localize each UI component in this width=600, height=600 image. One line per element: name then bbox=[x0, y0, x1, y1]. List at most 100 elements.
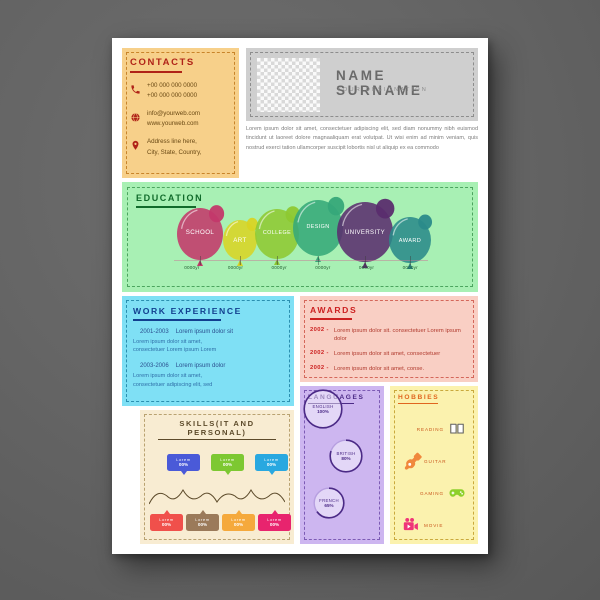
education-balloon-label: UNIVERSITY bbox=[345, 230, 385, 236]
address-lines: Address line here, City, State, Country, bbox=[147, 138, 202, 156]
award-entry: 2002 - Lorem ipsum dolor sit amet, conse… bbox=[310, 365, 468, 374]
name-header-section: NAME SURNAME YOUR DESIGNATION bbox=[246, 48, 478, 121]
hobby-label: MOVIE bbox=[424, 522, 444, 528]
skill-tag-bottom: Lorem 00% bbox=[150, 510, 183, 532]
hobby-gaming: GAMING bbox=[398, 477, 470, 509]
skill-value: 00% bbox=[233, 522, 244, 528]
hobbies-section: HOBBIES READING GUITAR GAMING MOVIE bbox=[390, 386, 478, 544]
award-entry: 2002 - Lorem ipsum dolor sit amet, conse… bbox=[310, 350, 468, 359]
gamepad-icon bbox=[444, 481, 470, 505]
education-balloon: DESIGN bbox=[293, 196, 345, 262]
contact-row-address: Address line here, City, State, Country, bbox=[130, 137, 231, 157]
guitar-icon bbox=[398, 449, 424, 473]
skill-value: 00% bbox=[222, 462, 233, 468]
award-text: Lorem ipsum dolor sit amet, conse. bbox=[333, 366, 425, 373]
skill-value: 00% bbox=[178, 462, 189, 468]
timeline-tick bbox=[365, 256, 366, 265]
heading-rule bbox=[310, 318, 352, 320]
skill-tag-top: Lorem 00% bbox=[255, 454, 288, 476]
heading-rule bbox=[130, 71, 182, 73]
hobby-reading: READING bbox=[398, 413, 470, 445]
work-title: Lorem ipsum dolor sit bbox=[175, 328, 234, 335]
language-value: 65% bbox=[324, 503, 334, 508]
heading-rule bbox=[398, 403, 438, 405]
about-section: Lorem ipsum dolor sit amet, consectetuer… bbox=[246, 125, 478, 162]
education-year: 0000yr bbox=[358, 265, 375, 270]
movie-camera-icon bbox=[398, 513, 424, 537]
award-year: 2002 - bbox=[310, 326, 329, 333]
timeline-tick bbox=[318, 256, 319, 265]
awards-heading: AWARDS bbox=[310, 305, 358, 315]
skill-value: 00% bbox=[269, 522, 280, 528]
contact-row-web: info@yourweb.com www.yourweb.com bbox=[130, 109, 231, 129]
skills-section: SKILLS(IT AND PERSONAL) Lorem 00% Lorem 00%… bbox=[140, 410, 294, 544]
skill-tag-top: Lorem 00% bbox=[167, 454, 200, 476]
education-balloon-label: COLLEGE bbox=[263, 230, 291, 236]
heading-rule bbox=[136, 206, 196, 208]
work-description: Lorem ipsum dolor sit amet, consectetuer … bbox=[133, 338, 217, 354]
hobbies-heading: HOBBIES bbox=[398, 394, 440, 401]
education-heading: EDUCATION bbox=[136, 193, 204, 203]
skill-value: 00% bbox=[197, 522, 208, 528]
web-lines: info@yourweb.com www.yourweb.com bbox=[147, 109, 201, 128]
globe-icon bbox=[130, 110, 141, 128]
language-ring: ENGLISH 100% bbox=[302, 388, 344, 430]
timeline-tick bbox=[240, 256, 241, 265]
skills-connector-line bbox=[149, 489, 285, 505]
page-title: NAME SURNAME bbox=[336, 68, 423, 98]
education-year: 0000yr bbox=[271, 265, 287, 270]
language-value: 100% bbox=[317, 409, 329, 414]
work-experience-section: WORK EXPERIENCE 2001-2003 Lorem ipsum dol… bbox=[122, 296, 294, 406]
designation-text: YOUR DESIGNATION bbox=[337, 87, 429, 93]
work-period: 2001-2003 Lorem ipsum dolor sit bbox=[140, 328, 234, 335]
skills-heading: SKILLS(IT AND PERSONAL) bbox=[179, 419, 255, 437]
education-year: 0000yr bbox=[315, 265, 331, 270]
award-year: 2002 - bbox=[310, 350, 329, 357]
skill-value: 00% bbox=[266, 462, 277, 468]
skill-tag-bottom: Lorem 00% bbox=[186, 510, 219, 532]
education-balloon-label: ART bbox=[233, 237, 246, 244]
work-entry: 2001-2003 Lorem ipsum dolor sit Lorem ips… bbox=[133, 329, 283, 356]
education-year-labels: 0000yr 0000yr 0000yr 0000yr 0000yr 0000y… bbox=[170, 265, 432, 270]
award-text: Lorem ipsum dolor sit amet, consectetuer bbox=[333, 351, 441, 358]
education-balloon-label: AWARD bbox=[399, 238, 421, 244]
language-ring: FRENCH 65% bbox=[312, 486, 346, 520]
language-ring: BRITISH 80% bbox=[328, 438, 364, 474]
award-text: Lorem ipsum dolor sit. consectetuer Lore… bbox=[333, 327, 461, 343]
education-section: EDUCATION SCHOOL ART COLLEGE DESIGN UNIVERSI… bbox=[122, 182, 478, 292]
page-background: CONTACTS +00 000 000 0000 +00 000 000 00… bbox=[0, 0, 600, 600]
work-entry: 2003-2006 Lorem ipsum dolor Lorem ipsum d… bbox=[133, 363, 283, 390]
work-description: Lorem ipsum dolor sit amet, consectetuer … bbox=[133, 373, 213, 389]
language-value: 80% bbox=[341, 456, 351, 461]
timeline-tick bbox=[277, 256, 278, 265]
phone-numbers: +00 000 000 0000 +00 000 000 0000 bbox=[147, 81, 198, 99]
contacts-section: CONTACTS +00 000 000 0000 +00 000 000 00… bbox=[122, 48, 239, 178]
location-pin-icon bbox=[130, 138, 141, 156]
languages-section: LANGUAGES ENGLISH100%BRITISH80%FRENCH65% bbox=[300, 386, 384, 544]
education-balloon-label: SCHOOL bbox=[186, 229, 215, 236]
award-year: 2002 - bbox=[310, 365, 329, 372]
education-year: 0000yr bbox=[184, 265, 200, 270]
skill-value: 00% bbox=[161, 522, 172, 528]
work-heading: WORK EXPERIENCE bbox=[133, 306, 242, 316]
skill-tag-bottom: Lorem 00% bbox=[222, 510, 255, 532]
work-period: 2003-2006 Lorem ipsum dolor bbox=[140, 363, 226, 370]
photo-placeholder bbox=[257, 58, 320, 112]
work-title: Lorem ipsum dolor bbox=[175, 363, 226, 370]
education-balloon-label: DESIGN bbox=[306, 224, 329, 230]
awards-section: AWARDS 2002 - Lorem ipsum dolor sit. con… bbox=[300, 296, 478, 382]
skills-chart: Lorem 00% Lorem 00% Lorem 00% Lorem 00% Lorem 00%… bbox=[149, 446, 291, 550]
timeline-axis bbox=[174, 260, 428, 261]
education-year: 0000yr bbox=[402, 265, 418, 270]
hobby-label: GUITAR bbox=[424, 458, 447, 464]
contact-row-phone: +00 000 000 0000 +00 000 000 0000 bbox=[130, 81, 231, 101]
resume-page: CONTACTS +00 000 000 0000 +00 000 000 00… bbox=[112, 38, 488, 554]
book-icon bbox=[444, 417, 470, 441]
contacts-heading: CONTACTS bbox=[130, 57, 195, 68]
skill-tag-top: Lorem 00% bbox=[211, 454, 244, 476]
hobby-guitar: GUITAR bbox=[398, 445, 470, 477]
timeline-tick bbox=[410, 256, 411, 265]
hobby-label: GAMING bbox=[419, 490, 444, 496]
education-year: 0000yr bbox=[227, 265, 244, 270]
heading-rule bbox=[158, 439, 276, 441]
